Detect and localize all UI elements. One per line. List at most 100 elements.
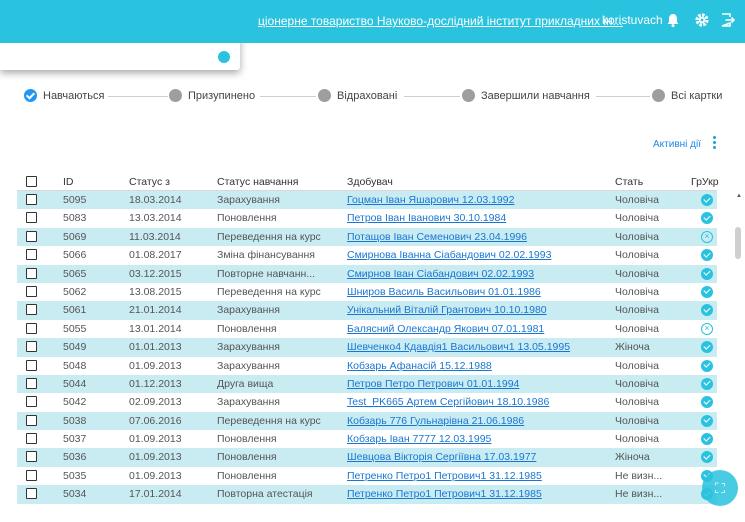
scrollbar[interactable] xyxy=(735,227,741,259)
cell-status: Зарахування xyxy=(217,304,280,317)
bell-icon[interactable] xyxy=(664,11,682,29)
cell-since: 13.03.2014 xyxy=(129,212,182,225)
check-circle-icon xyxy=(701,267,713,280)
step-all-cards[interactable]: Всі картки xyxy=(652,89,722,102)
row-checkbox[interactable] xyxy=(26,433,37,445)
cell-since: 21.01.2014 xyxy=(129,304,182,317)
check-circle-icon xyxy=(701,414,713,427)
cell-gender: Чоловіча xyxy=(615,414,659,427)
kebab-menu-icon[interactable] xyxy=(713,136,717,150)
cell-person-link[interactable]: Кобзарь Іван 7777 12.03.1995 xyxy=(347,433,609,445)
cell-person-link[interactable]: Кобзарь 776 Гульнарівна 21.06.1986 xyxy=(347,415,609,427)
row-checkbox[interactable] xyxy=(26,341,37,353)
step-circle-icon xyxy=(462,89,475,102)
table-row[interactable]: 5066 01.08.2017 Зміна фінансування Смирнова… xyxy=(17,246,717,264)
table-row[interactable]: 5061 21.01.2014 Зарахування Унікальний Віта… xyxy=(17,301,717,320)
row-checkbox[interactable] xyxy=(26,285,37,297)
user-name[interactable]: koristuvach xyxy=(602,13,663,27)
table-row[interactable]: 5044 01.12.2013 Друга вища Петров Петро Пет… xyxy=(17,374,717,394)
table-row[interactable]: 5055 13.01.2014 Поновлення Балясний Олексан… xyxy=(17,320,717,338)
row-checkbox[interactable] xyxy=(26,212,37,224)
table-row[interactable]: 5083 13.03.2014 Поновлення Петров Іван Іван… xyxy=(17,209,717,227)
row-checkbox[interactable] xyxy=(26,488,37,500)
cell-person-link[interactable]: Смирнова Іванна Сіабандович 02.02.1993 xyxy=(347,249,609,261)
column-header-ukr[interactable]: ГрУкр xyxy=(691,176,719,188)
row-checkbox[interactable] xyxy=(26,267,37,279)
cell-person-link[interactable]: Петренко Петро1 Петрович1 31.12.1985 xyxy=(347,470,609,482)
table-row[interactable]: 5049 01.01.2013 Зарахування Шевченко4 Кдавд… xyxy=(17,338,717,357)
cell-person-link[interactable]: Шниров Василь Васильович 01.01.1986 xyxy=(347,286,609,298)
cell-person-link[interactable]: Потащов Іван Семенович 23.04.1996 xyxy=(347,231,609,243)
table-row[interactable]: 5038 07.06.2016 Переведення на курс Кобзарь… xyxy=(17,411,717,431)
table-row[interactable]: 5069 11.03.2014 Переведення на курс Потащов… xyxy=(17,227,717,247)
cell-gender: Чоловіча xyxy=(615,304,659,317)
row-checkbox[interactable] xyxy=(26,451,37,463)
table-row[interactable]: 5062 13.08.2015 Переведення на курс Шниров … xyxy=(17,283,717,301)
row-checkbox[interactable] xyxy=(26,322,37,334)
row-checkbox[interactable] xyxy=(26,414,37,426)
cell-person-link[interactable]: Test_PK665 Артем Сергійович 18.10.1986 xyxy=(347,396,609,408)
step-expelled[interactable]: Відраховані xyxy=(318,89,397,102)
column-header-id[interactable]: ID xyxy=(63,176,74,188)
cell-since: 13.08.2015 xyxy=(129,285,182,298)
cell-person-link[interactable]: Смирнов Іван Сіабандович 02.02.1993 xyxy=(347,268,609,280)
cell-since: 18.03.2014 xyxy=(129,194,182,206)
cell-person-link[interactable]: Шевченко4 Кдавдія1 Васильович1 13.05.199… xyxy=(347,341,609,353)
cell-since: 01.09.2013 xyxy=(129,469,182,482)
column-header-since[interactable]: Статус з xyxy=(129,176,170,188)
row-checkbox[interactable] xyxy=(26,230,37,242)
cell-gender: Чоловіча xyxy=(615,285,659,298)
thumbnail-dot-icon[interactable] xyxy=(218,51,230,63)
logout-icon[interactable] xyxy=(719,11,737,29)
students-table: ID Статус з Статус навчання Здобувач Ста… xyxy=(17,173,719,504)
cell-id: 5055 xyxy=(63,322,87,335)
cell-since: 01.09.2013 xyxy=(129,451,182,464)
cell-person-link[interactable]: Гоцман Іван Яшарович 12.03.1992 xyxy=(347,194,609,206)
cell-person-link[interactable]: Кобзарь Афанасій 15.12.1988 xyxy=(347,360,609,372)
table-row[interactable]: 5036 01.09.2013 Поновлення Шевцова Вікторія… xyxy=(17,448,717,467)
check-circle-icon xyxy=(701,212,713,225)
step-studying[interactable]: Навчаються xyxy=(24,89,105,102)
cell-status: Повторна атестація xyxy=(217,488,313,501)
step-suspended[interactable]: Призупинено xyxy=(169,89,255,102)
row-checkbox[interactable] xyxy=(26,194,37,205)
row-checkbox[interactable] xyxy=(26,359,37,371)
cell-gender: Чоловіча xyxy=(615,359,659,372)
row-checkbox[interactable] xyxy=(26,377,37,389)
cell-gender: Чоловіча xyxy=(615,194,659,206)
cell-gender: Жіноча xyxy=(615,451,650,464)
column-header-person[interactable]: Здобувач xyxy=(347,176,393,188)
organization-link[interactable]: ціонерне товариство Науково-дослідний ін… xyxy=(258,14,623,28)
table-row[interactable]: 5034 17.01.2014 Повторна атестація Петренко… xyxy=(17,485,717,504)
cell-person-link[interactable]: Петренко Петро1 Петрович1 31.12.1985 xyxy=(347,488,609,500)
cell-gender: Чоловіча xyxy=(615,249,659,262)
row-checkbox[interactable] xyxy=(26,304,37,316)
gear-icon[interactable] xyxy=(693,11,711,29)
table-row[interactable]: 5042 02.09.2013 Зарахування Test_PK665 Арте… xyxy=(17,393,717,411)
step-graduated[interactable]: Завершили навчання xyxy=(462,89,590,102)
scroll-up-arrow-icon[interactable]: ▲ xyxy=(736,193,742,199)
table-row[interactable]: 5037 01.09.2013 Поновлення Кобзарь Іван 777… xyxy=(17,430,717,448)
row-checkbox[interactable] xyxy=(26,249,37,261)
select-all-checkbox[interactable] xyxy=(26,176,37,187)
row-checkbox[interactable] xyxy=(26,396,37,408)
table-row[interactable]: 5065 03.12.2015 Повторне навчанн... Смирнов… xyxy=(17,264,717,283)
table-row[interactable]: 5095 18.03.2014 Зарахування Гоцман Іван Яша… xyxy=(17,191,717,210)
active-actions-link[interactable]: Активні дії xyxy=(653,139,701,150)
table-row[interactable]: 5035 01.09.2013 Поновлення Петренко Петро1 … xyxy=(17,467,717,485)
cell-person-link[interactable]: Балясний Олександр Якович 07.01.1981 xyxy=(347,323,609,335)
table-row[interactable]: 5048 01.09.2013 Зарахування Кобзарь Афанасі… xyxy=(17,357,717,375)
cell-person-link[interactable]: Шевцова Вікторія Сергіївна 17.03.1977 xyxy=(347,451,609,463)
cell-person-link[interactable]: Петров Іван Іванович 30.10.1984 xyxy=(347,212,609,224)
cell-person-link[interactable]: Петров Петро Петрович 01.01.1994 xyxy=(347,378,609,390)
cell-gender: Чоловіча xyxy=(615,377,659,390)
cell-id: 5038 xyxy=(63,414,87,427)
cell-person-link[interactable]: Унікальний Віталій Грантович 10.10.1980 xyxy=(347,304,609,316)
cell-id: 5065 xyxy=(63,267,87,280)
column-header-status[interactable]: Статус навчання xyxy=(217,176,298,188)
column-header-gender[interactable]: Стать xyxy=(615,176,643,188)
table-body: 5095 18.03.2014 Зарахування Гоцман Іван Яша… xyxy=(17,191,717,504)
fab-button[interactable]: ⛶ xyxy=(702,470,738,506)
row-checkbox[interactable] xyxy=(26,469,37,481)
cell-id: 5095 xyxy=(63,194,87,206)
